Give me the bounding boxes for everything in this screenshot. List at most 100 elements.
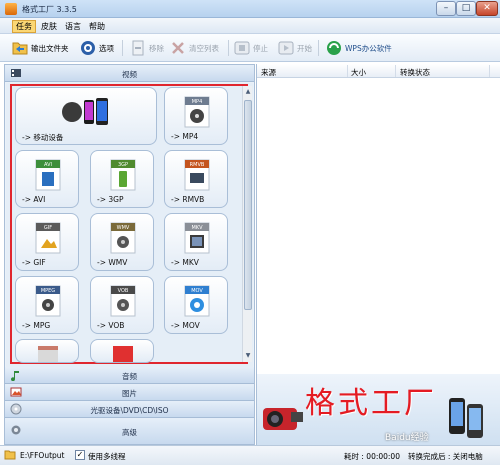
document-remove-icon	[130, 40, 146, 56]
mp4-file-icon: MP4	[184, 96, 210, 128]
vob-file-icon: VOB	[110, 285, 136, 317]
output-folder-button[interactable]: 输出文件夹	[12, 39, 69, 57]
format-wmv[interactable]: WMV -> WMV	[90, 213, 154, 271]
category-image-label: 图片	[122, 389, 137, 398]
svg-text:MKV: MKV	[191, 225, 203, 231]
format-mp4[interactable]: MP4 -> MP4	[164, 87, 228, 145]
svg-text:MPEG: MPEG	[41, 288, 55, 294]
format-label: -> 3GP	[97, 195, 124, 204]
promo-banner: 格式工厂 Baidu经验	[257, 374, 500, 445]
column-source[interactable]: 来源	[261, 67, 276, 78]
format-more-1[interactable]	[15, 339, 79, 363]
format-label: -> MPG	[22, 321, 51, 330]
remove-button[interactable]: 移除	[130, 39, 164, 57]
banner-title: 格式工厂	[305, 386, 437, 421]
format-mkv[interactable]: MKV -> MKV	[164, 213, 228, 271]
start-label: 开始	[297, 43, 312, 53]
menu-help[interactable]: 帮助	[86, 21, 108, 32]
format-more-2[interactable]	[90, 339, 154, 363]
video-scrollbar[interactable]: ▲ ▼	[242, 86, 252, 362]
after-convert-action[interactable]: 转换完成后 : 关闭电脑	[408, 451, 483, 462]
avi-file-icon: AVI	[35, 159, 61, 191]
category-disc-label: 光驱设备\DVD\CD\ISO	[90, 406, 169, 415]
multithread-checkbox[interactable]: ✓	[75, 450, 85, 460]
menu-bar: 任务 皮肤 语言 帮助	[0, 18, 500, 34]
mobile-device-icon	[62, 98, 108, 125]
window-title: 格式工厂 3.3.5	[22, 5, 77, 14]
minimize-button[interactable]: –	[436, 1, 456, 16]
file-icon	[113, 346, 133, 362]
format-label: -> WMV	[97, 258, 128, 267]
options-button[interactable]: 选项	[80, 39, 114, 57]
task-list-panel: 来源 大小 转换状态 格式工厂 Baidu经验	[256, 64, 500, 445]
clear-x-icon	[170, 40, 186, 56]
format-label: -> AVI	[22, 195, 46, 204]
stop-button[interactable]: 停止	[234, 39, 268, 57]
scroll-up-arrow-icon[interactable]: ▲	[244, 87, 252, 96]
maximize-button[interactable]: □	[456, 1, 476, 16]
format-label: -> VOB	[97, 321, 125, 330]
category-audio-label: 音频	[122, 372, 137, 381]
menu-language[interactable]: 语言	[62, 21, 84, 32]
format-label: -> MKV	[171, 258, 199, 267]
format-mov[interactable]: MOV -> MOV	[164, 276, 228, 334]
format-label: -> MOV	[171, 321, 200, 330]
mkv-file-icon: MKV	[184, 222, 210, 254]
category-audio[interactable]: 音频	[5, 367, 254, 384]
app-logo-icon	[5, 3, 17, 15]
category-image[interactable]: 图片	[5, 384, 254, 401]
clear-list-button[interactable]: 清空列表	[170, 39, 219, 57]
stop-label: 停止	[253, 43, 268, 53]
format-mobile-device[interactable]: -> 移动设备	[15, 87, 157, 145]
svg-text:AVI: AVI	[44, 162, 52, 168]
start-button[interactable]: 开始	[278, 39, 312, 57]
remove-label: 移除	[149, 43, 164, 53]
scroll-down-arrow-icon[interactable]: ▼	[244, 351, 252, 360]
folder-icon	[12, 40, 28, 56]
camcorder-icon	[263, 408, 303, 430]
format-3gp[interactable]: 3GP -> 3GP	[90, 150, 154, 208]
clear-list-label: 清空列表	[189, 43, 219, 53]
category-advanced[interactable]: 高级	[5, 418, 254, 445]
format-avi[interactable]: AVI -> AVI	[15, 150, 79, 208]
file-icon	[38, 346, 58, 362]
menu-task[interactable]: 任务	[12, 20, 36, 33]
multithread-label: 使用多线程	[88, 452, 126, 461]
output-folder-icon	[4, 449, 16, 463]
category-advanced-label: 高级	[122, 428, 137, 437]
format-rmvb[interactable]: RMVB -> RMVB	[164, 150, 228, 208]
svg-text:VOB: VOB	[118, 288, 129, 294]
svg-text:RMVB: RMVB	[190, 162, 205, 168]
category-video[interactable]: 视频	[5, 65, 254, 82]
output-path[interactable]: E:\FFOutput	[20, 451, 64, 460]
wps-logo-icon	[326, 40, 342, 56]
scroll-thumb[interactable]	[244, 100, 252, 310]
rmvb-file-icon: RMVB	[184, 159, 210, 191]
close-button[interactable]: ✕	[476, 1, 498, 16]
svg-text:3GP: 3GP	[118, 162, 128, 168]
status-bar: E:\FFOutput ✓ 使用多线程 耗时 : 00:00:00 转换完成后 …	[0, 445, 500, 465]
wps-button[interactable]: WPS办公软件	[326, 39, 392, 57]
format-mpg[interactable]: MPEG -> MPG	[15, 276, 79, 334]
options-icon	[80, 40, 96, 56]
column-status[interactable]: 转换状态	[400, 67, 430, 78]
title-bar: 格式工厂 3.3.5 – □ ✕	[0, 0, 500, 18]
format-label: -> RMVB	[171, 195, 205, 204]
svg-text:WMV: WMV	[117, 225, 130, 231]
category-video-label: 视频	[122, 70, 137, 79]
3gp-file-icon: 3GP	[110, 159, 136, 191]
category-disc[interactable]: 光驱设备\DVD\CD\ISO	[5, 401, 254, 418]
format-gif[interactable]: GIF -> GIF	[15, 213, 79, 271]
task-list-header: 来源 大小 转换状态	[257, 64, 500, 78]
elapsed-time: 耗时 : 00:00:00	[344, 452, 400, 461]
video-format-grid: -> 移动设备 MP4 -> MP4 AVI -> AVI 3GP -> 3GP	[6, 83, 253, 367]
svg-text:MP4: MP4	[192, 99, 203, 105]
format-label: -> GIF	[22, 258, 46, 267]
format-vob[interactable]: VOB -> VOB	[90, 276, 154, 334]
column-size[interactable]: 大小	[351, 67, 366, 78]
toolbar: 输出文件夹 选项 移除 清空列表 停止 开始 WPS办公软件	[0, 34, 500, 62]
stop-icon	[234, 40, 250, 56]
menu-skin[interactable]: 皮肤	[38, 21, 60, 32]
wmv-file-icon: WMV	[110, 222, 136, 254]
watermark: Baidu经验	[385, 433, 429, 443]
